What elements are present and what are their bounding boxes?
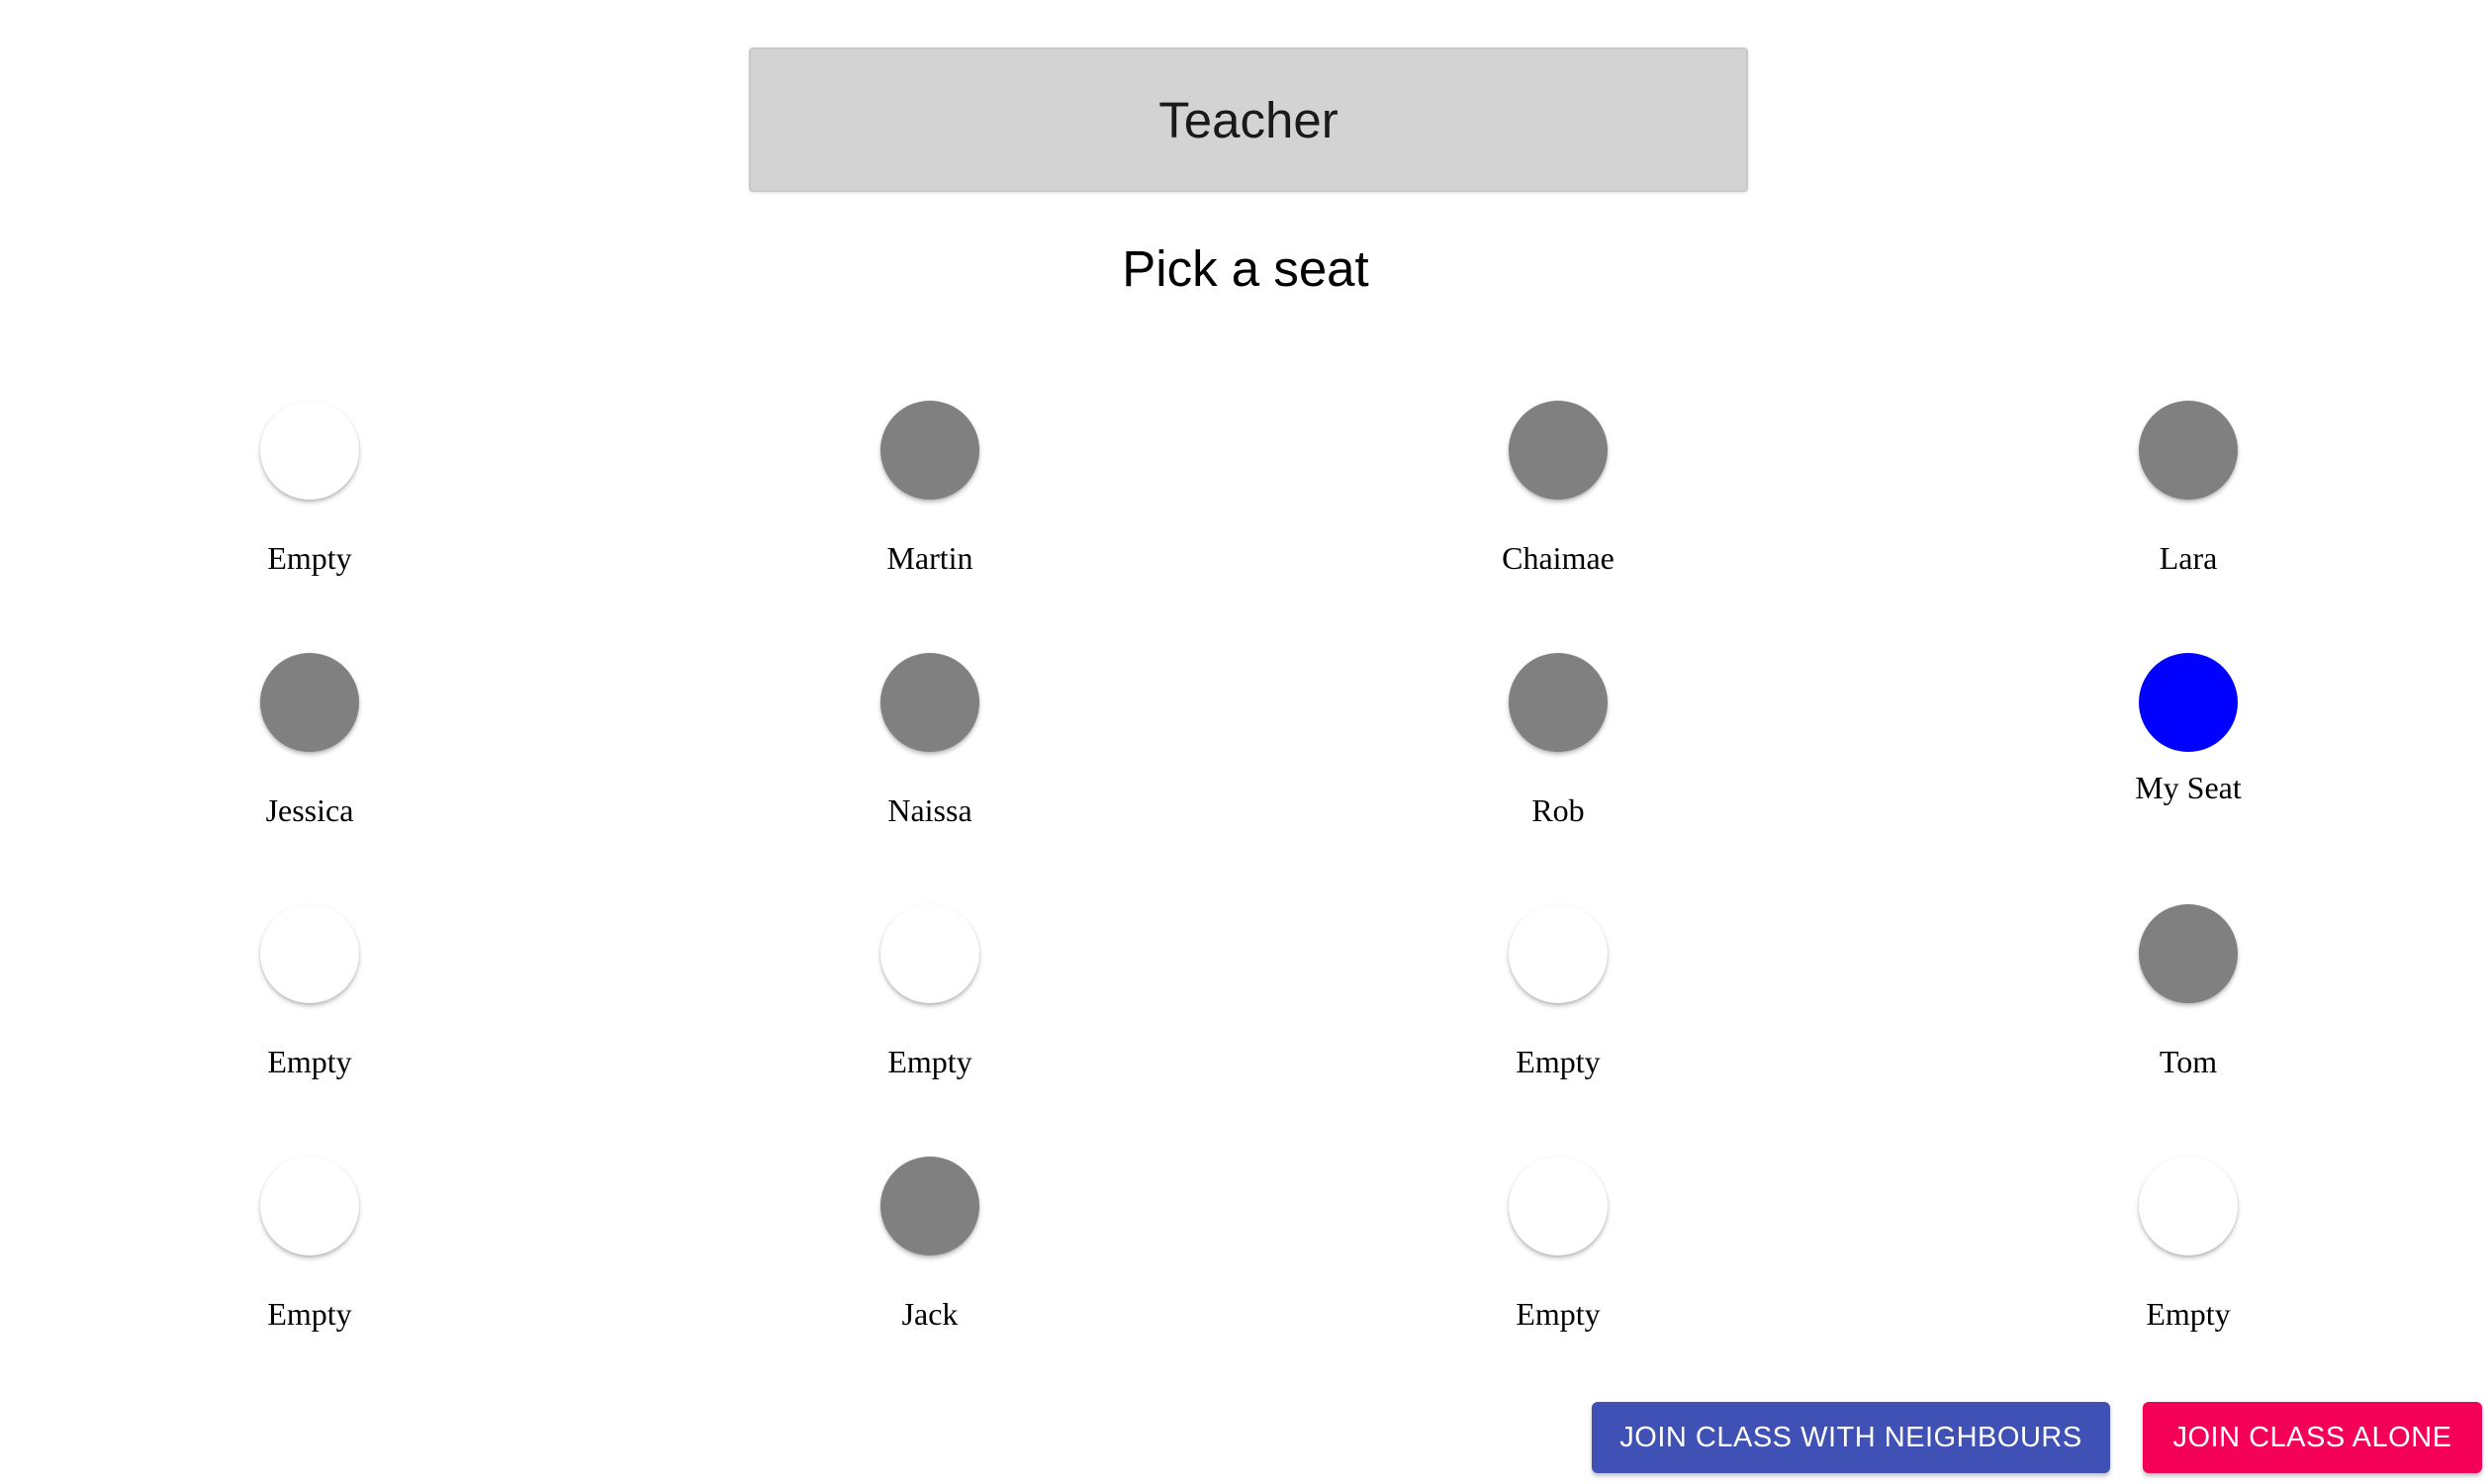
seat-16[interactable]: Empty <box>2040 1157 2337 1354</box>
seat-label: Martin <box>886 540 973 576</box>
page-title: Pick a seat <box>1122 240 1369 297</box>
seat-circle[interactable] <box>1509 1157 1608 1255</box>
seat-label: Chaimae <box>1502 540 1615 576</box>
seat-11[interactable]: Empty <box>1410 904 1707 1102</box>
seat-12[interactable]: Tom <box>2040 904 2337 1102</box>
seat-label: Empty <box>1516 1296 1601 1332</box>
seat-circle[interactable] <box>1509 904 1608 1003</box>
seat-circle[interactable] <box>260 904 359 1003</box>
seat-7[interactable]: Rob <box>1410 653 1707 851</box>
seat-14[interactable]: Jack <box>782 1157 1078 1354</box>
seat-3[interactable]: Chaimae <box>1410 401 1707 599</box>
seat-circle[interactable] <box>2139 401 2238 500</box>
seat-circle[interactable] <box>880 401 979 500</box>
seat-6[interactable]: Naissa <box>782 653 1078 851</box>
seat-circle[interactable] <box>2139 1157 2238 1255</box>
seat-10[interactable]: Empty <box>782 904 1078 1102</box>
seat-15[interactable]: Empty <box>1410 1157 1707 1354</box>
seat-label: Empty <box>267 1044 352 1079</box>
seat-label: Empty <box>1516 1044 1601 1079</box>
seat-5[interactable]: Jessica <box>161 653 458 851</box>
teacher-desk: Teacher <box>749 47 1748 192</box>
seat-circle[interactable] <box>260 401 359 500</box>
my-seat-circle[interactable] <box>2139 653 2238 752</box>
join-class-alone-button[interactable]: JOIN CLASS ALONE <box>2143 1402 2482 1473</box>
seat-circle[interactable] <box>1509 653 1608 752</box>
seat-2[interactable]: Martin <box>782 401 1078 599</box>
seat-label: Jessica <box>265 792 354 828</box>
seat-label: Rob <box>1531 792 1585 828</box>
seat-label: Naissa <box>887 792 972 828</box>
join-class-with-neighbours-button[interactable]: JOIN CLASS WITH NEIGHBOURS <box>1592 1402 2110 1473</box>
seat-circle[interactable] <box>1509 401 1608 500</box>
seat-circle[interactable] <box>260 653 359 752</box>
seat-circle[interactable] <box>2139 904 2238 1003</box>
seat-label: Empty <box>2146 1296 2231 1332</box>
seat-label: Empty <box>887 1044 972 1079</box>
seat-label: Empty <box>267 1296 352 1332</box>
seat-circle[interactable] <box>880 904 979 1003</box>
seat-label: Empty <box>267 540 352 576</box>
seat-label: Lara <box>2159 540 2218 576</box>
seat-label: Jack <box>901 1296 959 1332</box>
seat-circle[interactable] <box>880 1157 979 1255</box>
teacher-label: Teacher <box>1158 91 1338 148</box>
seat-label: My Seat <box>2135 770 2242 805</box>
seat-9[interactable]: Empty <box>161 904 458 1102</box>
seat-circle[interactable] <box>880 653 979 752</box>
seat-13[interactable]: Empty <box>161 1157 458 1354</box>
seat-my-seat[interactable]: My Seat <box>2040 653 2337 851</box>
seat-label: Tom <box>2159 1044 2218 1079</box>
seat-circle[interactable] <box>260 1157 359 1255</box>
seat-4[interactable]: Lara <box>2040 401 2337 599</box>
seat-1[interactable]: Empty <box>161 401 458 599</box>
